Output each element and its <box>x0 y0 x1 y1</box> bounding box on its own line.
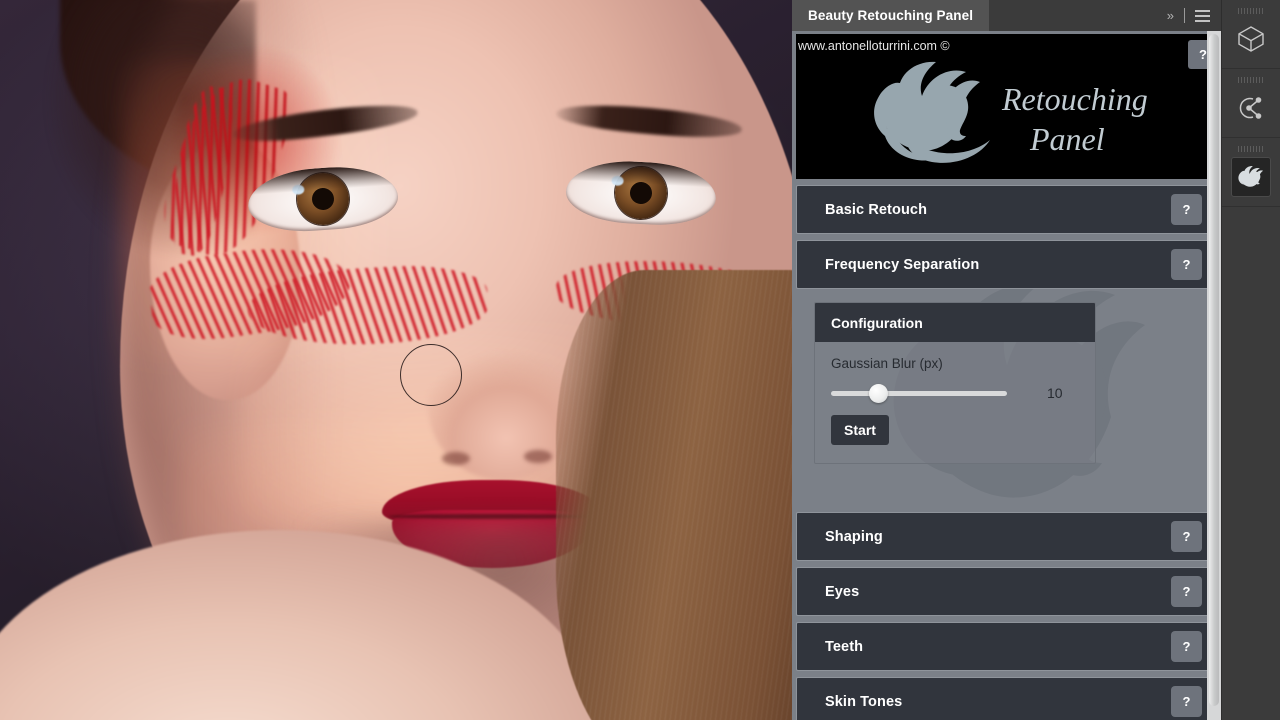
gaussian-blur-value: 10 <box>1047 385 1063 401</box>
help-button-shaping[interactable]: ? <box>1171 521 1202 552</box>
configuration-card: Configuration Gaussian Blur (px) 10 Star… <box>814 302 1096 464</box>
help-button-frequency-separation[interactable]: ? <box>1171 249 1202 280</box>
help-button-eyes[interactable]: ? <box>1171 576 1202 607</box>
nostril-left <box>442 452 470 465</box>
gaussian-blur-slider-thumb[interactable] <box>869 383 889 403</box>
panel-tabbar: Beauty Retouching Panel » <box>792 0 1222 31</box>
logo-text-panel: Panel <box>1029 121 1105 157</box>
photoshop-workspace: Beauty Retouching Panel » www.antonellot… <box>0 0 1280 720</box>
retouching-panel-logo: Retouching Panel <box>874 62 1148 164</box>
chevron-double-right-icon[interactable]: » <box>1165 8 1174 23</box>
configuration-body: Gaussian Blur (px) 10 Start <box>815 342 1095 463</box>
section-basic-retouch[interactable]: Basic Retouch ? <box>796 185 1212 234</box>
cube-icon-box <box>1232 20 1270 58</box>
rail-item-cube[interactable] <box>1222 0 1280 69</box>
section-eyes[interactable]: Eyes ? <box>796 567 1212 616</box>
logo-text-retouching: Retouching <box>1001 81 1148 117</box>
image-canvas[interactable] <box>0 0 792 720</box>
drag-grip-icon[interactable] <box>1238 146 1264 152</box>
help-button-basic-retouch[interactable]: ? <box>1171 194 1202 225</box>
drag-grip-icon[interactable] <box>1238 8 1264 14</box>
cube-icon <box>1238 26 1264 52</box>
gaussian-blur-label: Gaussian Blur (px) <box>831 356 943 371</box>
section-frequency-separation[interactable]: Frequency Separation ? <box>796 240 1212 289</box>
share-nodes-icon-box <box>1232 89 1270 127</box>
portrait-photo <box>0 0 792 720</box>
tab-beauty-retouching-panel[interactable]: Beauty Retouching Panel <box>792 0 990 31</box>
panel-icon-rail <box>1221 0 1280 720</box>
share-nodes-icon <box>1239 97 1262 119</box>
help-button-teeth[interactable]: ? <box>1171 631 1202 662</box>
panel-scrollbar[interactable] <box>1207 31 1221 720</box>
brush-circle-cursor <box>400 344 462 406</box>
section-label-frequency-separation: Frequency Separation <box>825 256 980 273</box>
section-teeth[interactable]: Teeth ? <box>796 622 1212 671</box>
panel-body: www.antonelloturrini.com © Retouching Pa… <box>792 31 1222 720</box>
retouching-panel-icon-box <box>1231 157 1271 197</box>
configuration-title: Configuration <box>815 303 1095 342</box>
section-shaping[interactable]: Shaping ? <box>796 512 1212 561</box>
pupil-right <box>629 181 653 205</box>
frequency-separation-content: Configuration Gaussian Blur (px) 10 Star… <box>796 289 1212 506</box>
section-label-eyes: Eyes <box>825 583 860 600</box>
hamburger-menu-icon[interactable] <box>1195 9 1210 22</box>
help-button-skin-tones[interactable]: ? <box>1171 686 1202 717</box>
section-label-shaping: Shaping <box>825 528 883 545</box>
drag-grip-icon[interactable] <box>1238 77 1264 83</box>
gaussian-blur-slider[interactable] <box>831 383 1007 403</box>
section-skin-tones[interactable]: Skin Tones ? <box>796 677 1212 720</box>
panel-logo-header: www.antonelloturrini.com © Retouching Pa… <box>796 34 1212 179</box>
toolbar-divider <box>1184 8 1185 23</box>
panel-scrollbar-thumb[interactable] <box>1209 34 1219 706</box>
site-url-text: www.antonelloturrini.com © <box>798 39 950 53</box>
nostril-right <box>524 450 552 463</box>
panel-tab-label: Beauty Retouching Panel <box>808 8 974 23</box>
panel-tabbar-controls: » <box>1165 0 1222 31</box>
retouching-panel-icon <box>1238 166 1264 187</box>
section-label-teeth: Teeth <box>825 638 864 655</box>
pupil-left <box>311 187 335 211</box>
start-button[interactable]: Start <box>831 415 889 445</box>
beauty-retouching-panel: Beauty Retouching Panel » www.antonellot… <box>792 0 1222 720</box>
rail-item-share-nodes[interactable] <box>1222 69 1280 138</box>
section-label-skin-tones: Skin Tones <box>825 693 903 710</box>
rail-item-retouching-panel[interactable] <box>1222 138 1280 207</box>
hair-right <box>556 270 792 720</box>
section-label-basic-retouch: Basic Retouch <box>825 201 928 218</box>
rail-item-empty <box>1222 207 1280 275</box>
gaussian-blur-slider-row: 10 <box>831 383 1079 403</box>
